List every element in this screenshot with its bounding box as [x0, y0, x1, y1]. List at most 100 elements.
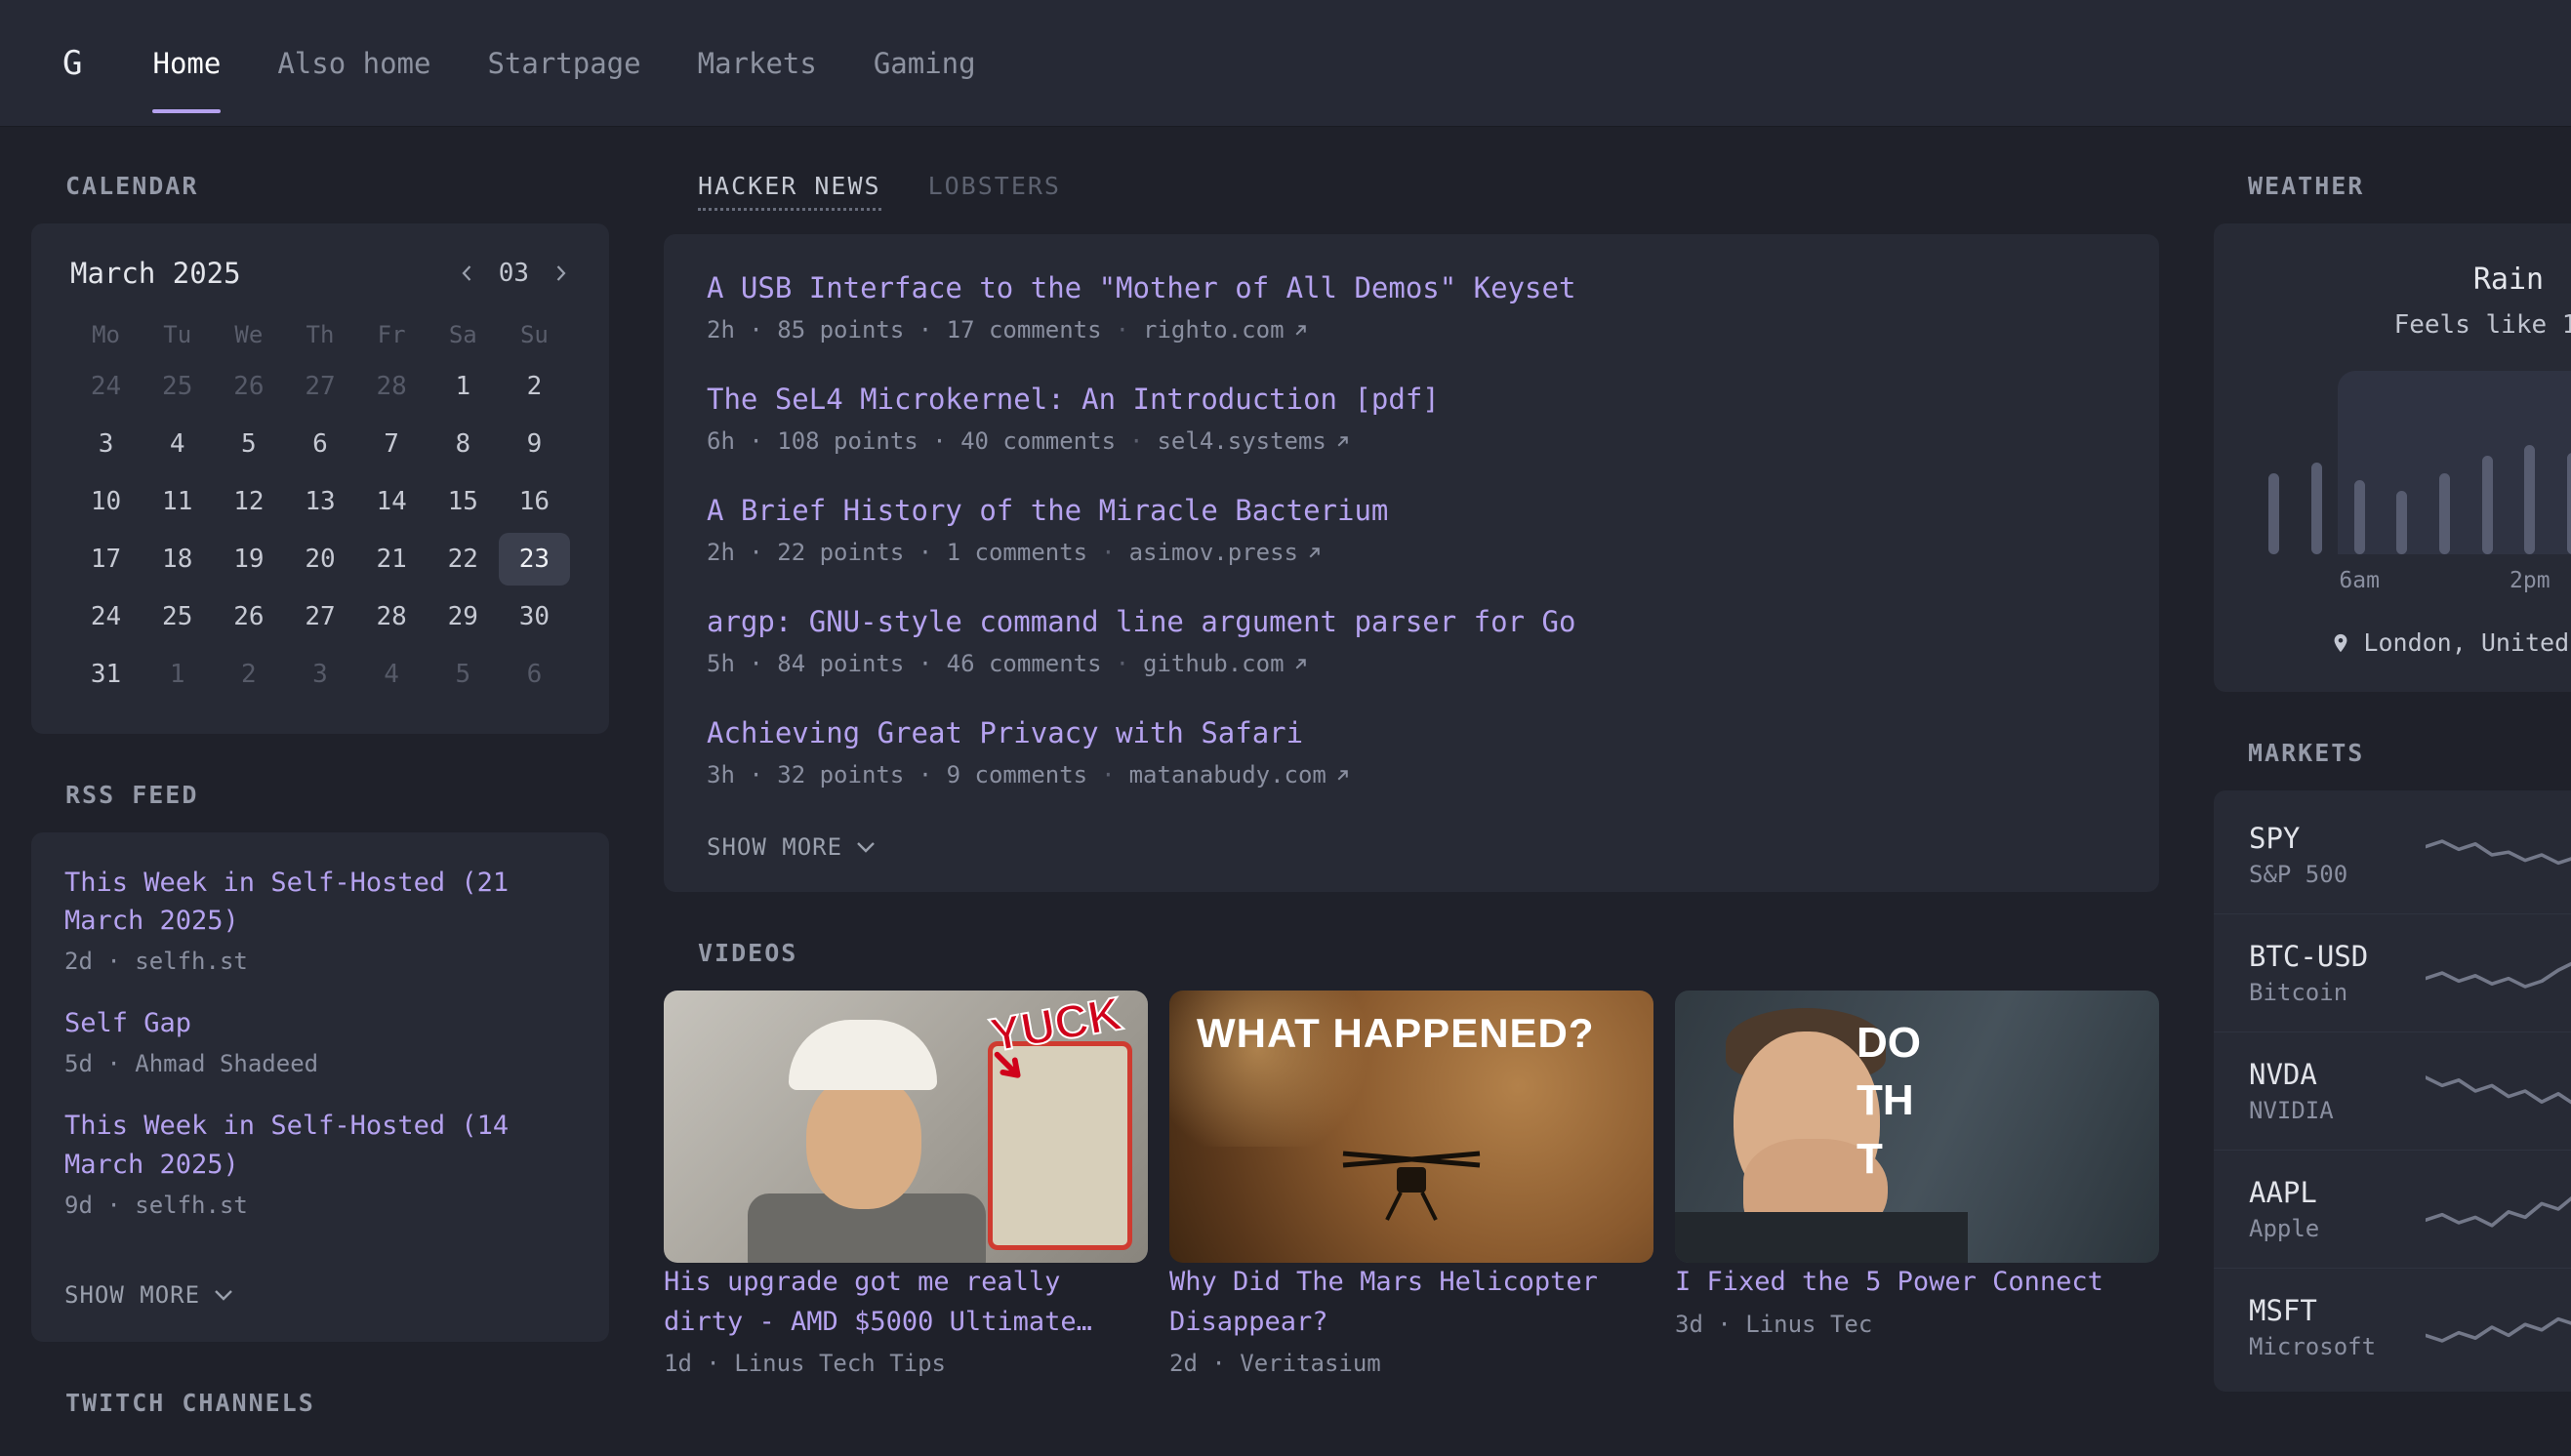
calendar-prev-icon[interactable]	[458, 263, 477, 283]
news-item-title[interactable]: argp: GNU-style command line argument pa…	[707, 605, 2116, 638]
calendar-day[interactable]: 7	[356, 418, 428, 470]
video-thumbnail[interactable]: DO TH T	[1675, 991, 2159, 1263]
weather-times: 6am2pm10pm	[2253, 568, 2571, 599]
calendar-day[interactable]: 12	[213, 475, 284, 528]
market-row[interactable]: BTC-USD Bitcoin +1.39% $84,999.29	[2214, 913, 2571, 1031]
news-item-title[interactable]: Achieving Great Privacy with Safari	[707, 716, 2116, 749]
left-column: CALENDAR March 2025 03 Mo Tu We Th	[31, 158, 609, 1440]
news-source-link[interactable]: righto.com	[1143, 316, 1309, 344]
nav-item-also-home[interactable]: Also home	[277, 47, 430, 80]
news-show-more-button[interactable]: SHOW MORE	[707, 833, 876, 861]
calendar-day[interactable]: 10	[70, 475, 142, 528]
news-source-link[interactable]: github.com	[1143, 650, 1309, 677]
calendar-day[interactable]: 4	[142, 418, 213, 470]
nav-item-gaming[interactable]: Gaming	[874, 47, 976, 80]
calendar-day[interactable]: 26	[213, 590, 284, 643]
app-logo[interactable]: G	[62, 44, 82, 83]
calendar-day[interactable]: 2	[499, 360, 570, 413]
news-item-title[interactable]: A Brief History of the Miracle Bacterium	[707, 494, 2116, 527]
market-row[interactable]: AAPL Apple +1.95% $218.27	[2214, 1150, 2571, 1268]
calendar-day[interactable]: 6	[499, 648, 570, 701]
weather-bar-slot	[2509, 379, 2551, 554]
market-row[interactable]: NVDA NVIDIA -0.70% $117.70	[2214, 1031, 2571, 1150]
calendar-day[interactable]: 16	[499, 475, 570, 528]
rss-section-title: RSS FEED	[31, 781, 609, 809]
calendar-day[interactable]: 29	[428, 590, 499, 643]
calendar-day[interactable]: 17	[70, 533, 142, 586]
calendar-day[interactable]: 24	[70, 590, 142, 643]
nav-item-startpage[interactable]: Startpage	[487, 47, 640, 80]
news-item-title[interactable]: A USB Interface to the "Mother of All De…	[707, 271, 2116, 304]
calendar-day[interactable]: 5	[428, 648, 499, 701]
calendar-day[interactable]: 4	[356, 648, 428, 701]
calendar-day[interactable]: 26	[213, 360, 284, 413]
video-meta: 2d · Veritasium	[1169, 1350, 1653, 1377]
market-name: S&P 500	[2249, 861, 2421, 888]
calendar-day[interactable]: 31	[70, 648, 142, 701]
nav-item-home[interactable]: Home	[152, 47, 221, 80]
calendar-day[interactable]: 1	[428, 360, 499, 413]
calendar-weekday-row: Mo Tu We Th Fr Sa Su	[70, 321, 570, 348]
calendar-day[interactable]: 28	[356, 360, 428, 413]
video-title[interactable]: Why Did The Mars Helicopter Disappear?	[1169, 1267, 1598, 1337]
calendar-day[interactable]: 13	[284, 475, 355, 528]
calendar-day[interactable]: 30	[499, 590, 570, 643]
weather-bar-slot	[2253, 379, 2296, 554]
calendar-day[interactable]: 9	[499, 418, 570, 470]
calendar-day[interactable]: 14	[356, 475, 428, 528]
rss-item-title[interactable]: This Week in Self-Hosted (21 March 2025)	[64, 864, 576, 940]
market-sparkline	[2421, 1064, 2571, 1118]
calendar-day[interactable]: 5	[213, 418, 284, 470]
calendar-day[interactable]: 3	[284, 648, 355, 701]
calendar-day[interactable]: 25	[142, 590, 213, 643]
thumb-text-line: DO	[1857, 1014, 1921, 1072]
news-source-link[interactable]: matanabudy.com	[1129, 761, 1351, 789]
rss-show-more-button[interactable]: SHOW MORE	[64, 1281, 233, 1309]
news-source-link[interactable]: sel4.systems	[1157, 427, 1350, 455]
calendar-day[interactable]: 21	[356, 533, 428, 586]
calendar-day[interactable]: 15	[428, 475, 499, 528]
calendar-day[interactable]: 22	[428, 533, 499, 586]
calendar-day-selected[interactable]: 23	[499, 533, 570, 586]
calendar-day[interactable]: 24	[70, 360, 142, 413]
calendar-day[interactable]: 11	[142, 475, 213, 528]
calendar-day[interactable]: 8	[428, 418, 499, 470]
weather-bar	[2524, 445, 2535, 554]
calendar-day[interactable]: 25	[142, 360, 213, 413]
video-title[interactable]: His upgrade got me really dirty - AMD $5…	[664, 1267, 1092, 1337]
calendar-day[interactable]: 20	[284, 533, 355, 586]
video-title[interactable]: I Fixed the 5 Power Connect	[1675, 1267, 2103, 1297]
weather-location-text: London, United Kingdom	[2363, 628, 2571, 657]
external-link-icon	[1306, 545, 1323, 561]
calendar-day[interactable]: 18	[142, 533, 213, 586]
tab-hacker-news[interactable]: HACKER NEWS	[698, 172, 881, 211]
calendar-day[interactable]: 1	[142, 648, 213, 701]
calendar-day[interactable]: 6	[284, 418, 355, 470]
news-source-link[interactable]: asimov.press	[1129, 539, 1323, 566]
news-tabs: HACKER NEWS LOBSTERS	[664, 172, 2159, 211]
calendar-day[interactable]: 19	[213, 533, 284, 586]
calendar-day[interactable]: 27	[284, 360, 355, 413]
calendar-day[interactable]: 3	[70, 418, 142, 470]
news-item-title[interactable]: The SeL4 Microkernel: An Introduction [p…	[707, 383, 2116, 416]
market-ticker: MSFT	[2249, 1294, 2421, 1327]
weekday-label: Sa	[428, 321, 499, 348]
market-row[interactable]: SPY S&P 500 -0.27% $563.98	[2214, 796, 2571, 913]
video-thumbnail[interactable]: YUCK	[664, 991, 1148, 1263]
tab-lobsters[interactable]: LOBSTERS	[928, 172, 1061, 200]
calendar-day[interactable]: 2	[213, 648, 284, 701]
calendar-month-number: 03	[499, 259, 529, 288]
weather-bar	[2354, 480, 2365, 554]
right-column: WEATHER Rain Feels like 11°C 12° 6am2pm1…	[2214, 158, 2571, 1440]
nav-item-markets[interactable]: Markets	[698, 47, 817, 80]
calendar-next-icon[interactable]	[551, 263, 570, 283]
video-thumbnail[interactable]: WHAT HAPPENED?	[1169, 991, 1653, 1263]
market-sparkline	[2421, 1300, 2571, 1355]
news-item: argp: GNU-style command line argument pa…	[707, 605, 2116, 677]
market-sparkline	[2421, 946, 2571, 1000]
calendar-day[interactable]: 28	[356, 590, 428, 643]
rss-item-title[interactable]: This Week in Self-Hosted (14 March 2025)	[64, 1107, 576, 1183]
market-row[interactable]: MSFT Microsoft +1.14% $391.26	[2214, 1268, 2571, 1386]
calendar-day[interactable]: 27	[284, 590, 355, 643]
rss-item-title[interactable]: Self Gap	[64, 1004, 576, 1042]
